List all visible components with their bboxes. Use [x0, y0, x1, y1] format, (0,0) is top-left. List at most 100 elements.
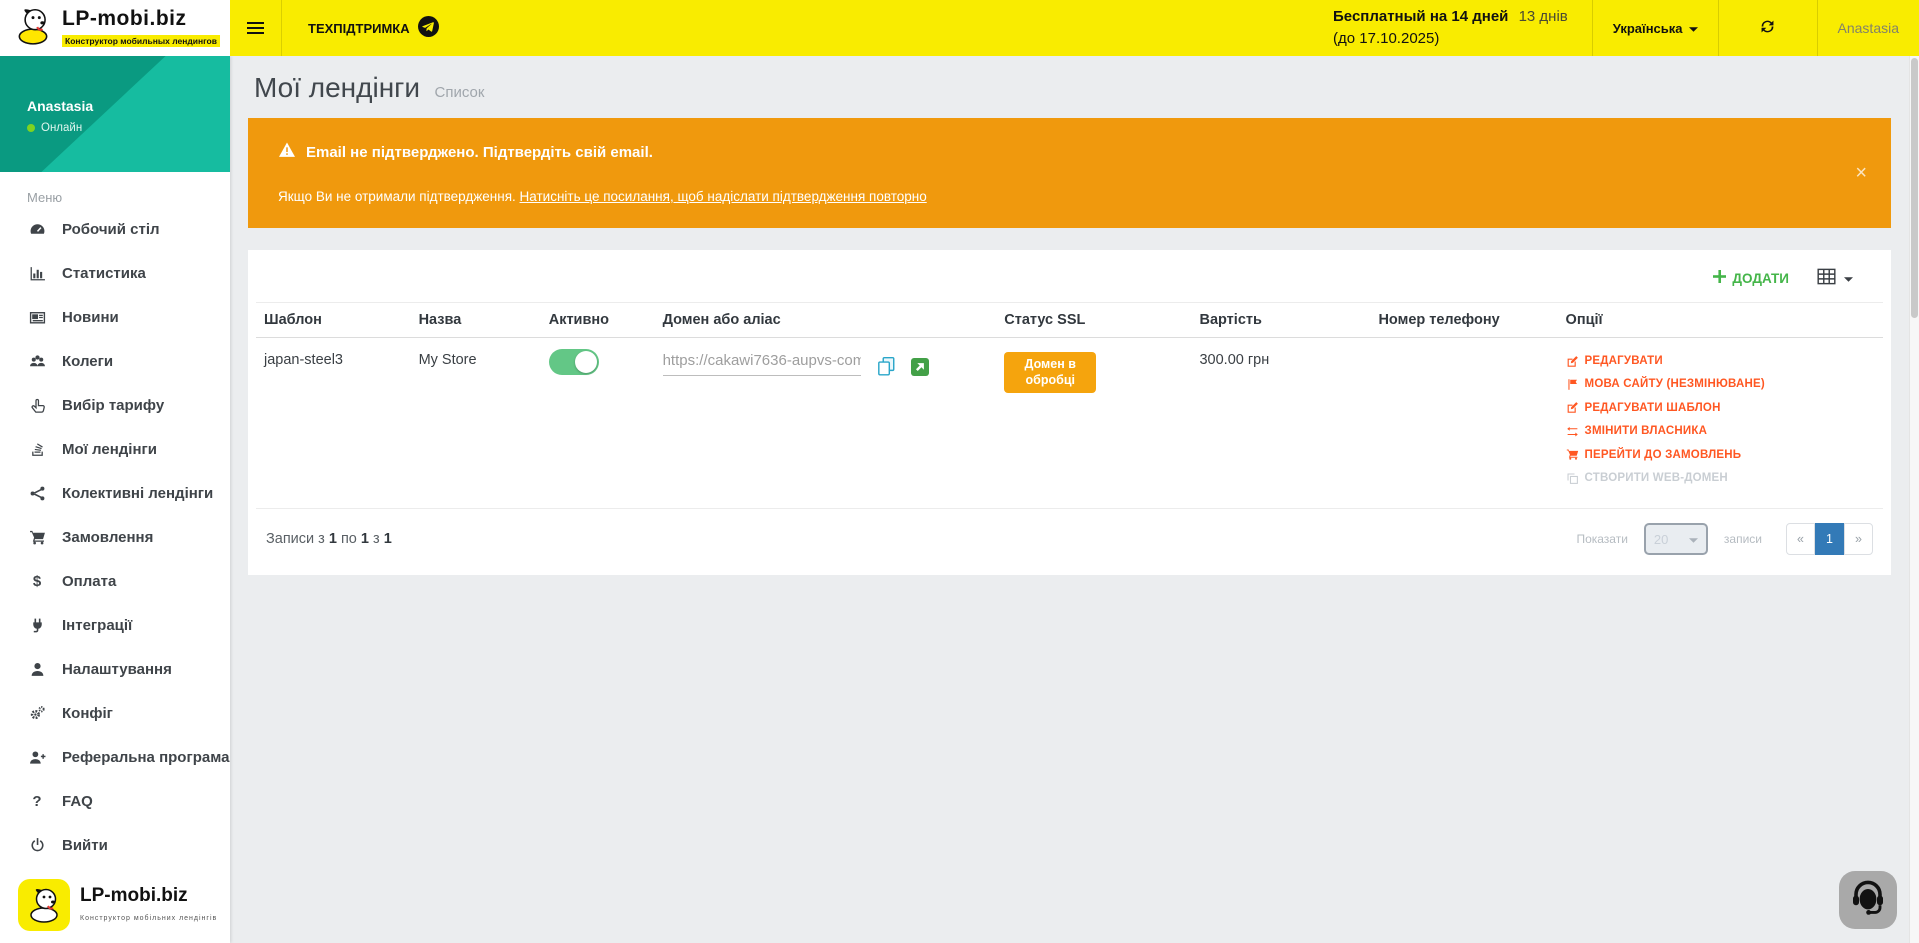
add-button[interactable]: ДОДАТИ: [1713, 270, 1789, 286]
chevron-down-icon: [1844, 271, 1853, 286]
sidebar-item-faq[interactable]: ? FAQ: [0, 779, 230, 823]
cell-name: My Store: [411, 338, 541, 503]
page-subtitle: Список: [434, 84, 484, 101]
sidebar-item-label: Конфіг: [62, 705, 113, 722]
user-menu[interactable]: Anastasia: [1817, 0, 1919, 56]
bar-chart-icon: [27, 265, 47, 282]
col-active: Активно: [541, 303, 655, 338]
cell-template: japan-steel3: [256, 338, 411, 503]
hamburger-menu-icon[interactable]: [230, 0, 282, 56]
app-logo[interactable]: LP-mobi.biz Конструктор мобильных лендин…: [0, 0, 230, 56]
sidebar-item-statistics[interactable]: Статистика: [0, 251, 230, 295]
card-toolbar: ДОДАТИ: [256, 260, 1883, 302]
sidebar-item-tariff[interactable]: Вибір тарифу: [0, 383, 230, 427]
option-label: ПЕРЕЙТИ ДО ЗАМОВЛЕНЬ: [1585, 446, 1742, 464]
sidebar-item-label: Вийти: [62, 837, 108, 854]
pagination-next[interactable]: »: [1844, 523, 1873, 555]
sidebar-item-label: Оплата: [62, 573, 116, 590]
sidebar-item-settings[interactable]: Налаштування: [0, 647, 230, 691]
cell-phone: [1370, 338, 1557, 503]
option-create-web-domain: СТВОРИТИ WEB-ДОМЕН: [1566, 469, 1875, 487]
column-settings-button[interactable]: [1817, 268, 1853, 288]
col-domain: Домен або аліас: [655, 303, 997, 338]
open-site-icon[interactable]: [911, 358, 929, 376]
table-header-row: Шаблон Назва Активно Домен або аліас Ста…: [256, 303, 1883, 338]
option-label: СТВОРИТИ WEB-ДОМЕН: [1585, 469, 1728, 487]
refresh-icon: [1758, 17, 1777, 39]
option-label: МОВА САЙТУ (НЕЗМІНЮВАНЕ): [1585, 375, 1765, 393]
language-selector[interactable]: Українська: [1592, 0, 1718, 56]
sidebar-item-label: Статистика: [62, 265, 146, 282]
gears-icon: [27, 705, 47, 722]
close-icon[interactable]: ×: [1855, 163, 1867, 183]
support-link[interactable]: ТЕХПІДТРИМКА: [282, 0, 465, 56]
active-toggle[interactable]: [549, 349, 599, 375]
topbar: LP-mobi.biz Конструктор мобильных лендин…: [0, 0, 1919, 56]
resend-confirmation-link[interactable]: Натисніть це посилання, щоб надіслати пі…: [520, 189, 927, 204]
table-footer: Записи з 1 по 1 з 1 Показати 20 записи «…: [256, 508, 1883, 561]
option-change-owner[interactable]: ЗМІНИТИ ВЛАСНИКА: [1566, 422, 1875, 440]
chevron-down-icon: [1689, 532, 1698, 547]
language-label: Українська: [1613, 21, 1683, 36]
email-alert: Email не підтверджено. Підтвердіть свій …: [248, 118, 1891, 228]
scrollbar[interactable]: [1909, 56, 1919, 943]
cart-icon: [27, 529, 47, 546]
sidebar-item-logout[interactable]: Вийти: [0, 823, 230, 867]
copy-icon[interactable]: [876, 356, 896, 380]
users-icon: [27, 353, 47, 370]
sidebar-item-label: FAQ: [62, 793, 93, 810]
sidebar-item-collective-landings[interactable]: Колективні лендінги: [0, 471, 230, 515]
sidebar: Anastasia Онлайн Меню Робочий стіл Стати…: [0, 56, 230, 943]
sidebar-item-label: Замовлення: [62, 529, 153, 546]
sidebar-item-label: Реферальна програма: [62, 749, 229, 766]
footer-logo-title: LP-mobi.biz: [80, 885, 188, 906]
page-title: Мої лендінги: [254, 72, 420, 103]
sidebar-item-payment[interactable]: $ Оплата: [0, 559, 230, 603]
option-label: ЗМІНИТИ ВЛАСНИКА: [1585, 422, 1708, 440]
add-button-label: ДОДАТИ: [1732, 271, 1789, 286]
edit-icon: [1566, 355, 1580, 368]
option-edit[interactable]: РЕДАГУВАТИ: [1566, 352, 1875, 370]
profile-status: Онлайн: [41, 122, 82, 134]
chevron-down-icon: [1689, 21, 1698, 36]
option-site-language[interactable]: МОВА САЙТУ (НЕЗМІНЮВАНЕ): [1566, 375, 1875, 393]
plus-icon: [1713, 270, 1726, 286]
telegram-icon[interactable]: [418, 16, 439, 40]
logo-subtitle: Конструктор мобильных лендингов: [62, 35, 220, 47]
sidebar-item-my-landings[interactable]: Мої лендінги: [0, 427, 230, 471]
pagination-prev[interactable]: «: [1786, 523, 1815, 555]
option-label: РЕДАГУВАТИ ШАБЛОН: [1585, 399, 1721, 417]
sidebar-item-colleagues[interactable]: Колеги: [0, 339, 230, 383]
user-icon: [27, 661, 47, 678]
sidebar-item-label: Робочий стіл: [62, 221, 160, 238]
sidebar-item-integrations[interactable]: Інтеграції: [0, 603, 230, 647]
user-plus-icon: [27, 749, 47, 766]
language-icon: [1566, 378, 1580, 391]
question-icon: ?: [27, 793, 47, 810]
trial-days-left: 13 днів: [1519, 8, 1568, 25]
refresh-button[interactable]: [1739, 17, 1797, 39]
edit-icon: [1566, 401, 1580, 414]
profile-name: Anastasia: [27, 98, 230, 114]
topbar-username: Anastasia: [1838, 20, 1899, 36]
support-chat-button[interactable]: [1839, 871, 1897, 929]
sidebar-item-orders[interactable]: Замовлення: [0, 515, 230, 559]
landings-table: Шаблон Назва Активно Домен або аліас Ста…: [256, 302, 1883, 502]
sidebar-item-news[interactable]: Новини: [0, 295, 230, 339]
menu-section-label: Меню: [27, 190, 230, 205]
page-size-select[interactable]: 20: [1644, 523, 1708, 555]
sidebar-profile: Anastasia Онлайн: [0, 56, 230, 172]
option-label: РЕДАГУВАТИ: [1585, 352, 1663, 370]
sidebar-footer-logo[interactable]: LP-mobi.biz Конструктор мобільних лендін…: [14, 873, 221, 937]
alert-title: Email не підтверджено. Підтвердіть свій …: [306, 144, 653, 161]
sidebar-item-referral[interactable]: Реферальна програма: [0, 735, 230, 779]
scrollbar-thumb[interactable]: [1911, 58, 1918, 318]
col-options: Опції: [1558, 303, 1883, 338]
domain-input[interactable]: [663, 352, 861, 376]
option-edit-template[interactable]: РЕДАГУВАТИ ШАБЛОН: [1566, 399, 1875, 417]
sidebar-item-config[interactable]: Конфіг: [0, 691, 230, 735]
sidebar-item-dashboard[interactable]: Робочий стіл: [0, 207, 230, 251]
pagination-page-1[interactable]: 1: [1815, 523, 1844, 555]
support-label: ТЕХПІДТРИМКА: [308, 21, 410, 36]
option-go-to-orders[interactable]: ПЕРЕЙТИ ДО ЗАМОВЛЕНЬ: [1566, 446, 1875, 464]
